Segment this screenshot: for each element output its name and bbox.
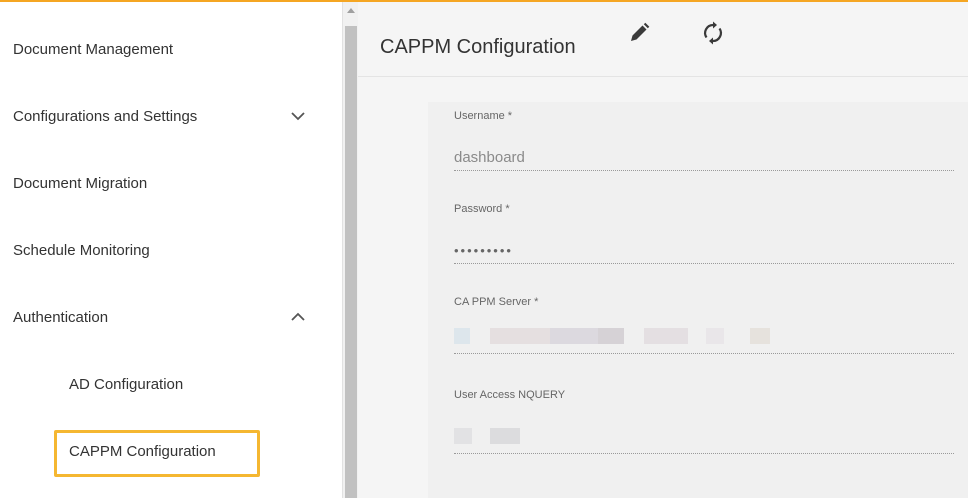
scrollbar-thumb[interactable] (345, 26, 357, 498)
user-access-nquery-field[interactable] (454, 420, 954, 454)
sidebar-item-document-migration[interactable]: Document Migration (0, 163, 342, 203)
redacted-block (550, 328, 598, 344)
redacted-block (644, 328, 688, 344)
ca-ppm-server-label: CA PPM Server * (454, 296, 539, 308)
page-title: CAPPM Configuration (380, 36, 576, 58)
sidebar-item-label: AD Configuration (69, 375, 184, 393)
sidebar: Document Management Configurations and S… (0, 2, 342, 498)
sidebar-item-ad-configuration[interactable]: AD Configuration (0, 364, 342, 404)
main-panel: CAPPM Configuration Username * dashboard… (358, 2, 968, 498)
sidebar-item-configurations-and-settings[interactable]: Configurations and Settings (0, 96, 342, 136)
sidebar-item-label: Authentication (13, 308, 109, 326)
page-header: CAPPM Configuration (358, 2, 968, 77)
sidebar-item-label: Document Migration (13, 174, 148, 192)
sidebar-item-label: Document Management (13, 40, 174, 58)
user-access-nquery-label: User Access NQUERY (454, 389, 566, 401)
ca-ppm-server-field[interactable] (454, 320, 954, 354)
redacted-block (706, 328, 724, 344)
username-field[interactable]: dashboard (454, 145, 954, 171)
sync-icon[interactable] (700, 20, 726, 46)
redacted-block (490, 328, 550, 344)
sidebar-item-label: Schedule Monitoring (13, 241, 150, 259)
password-field[interactable]: ••••••••• (454, 238, 954, 264)
sidebar-item-label: Configurations and Settings (13, 107, 198, 125)
username-value: dashboard (454, 149, 525, 166)
username-label: Username * (454, 110, 513, 122)
redacted-block (454, 428, 472, 444)
selected-item-highlight (54, 430, 260, 477)
redacted-block (490, 428, 520, 444)
redacted-block (598, 328, 624, 344)
password-label: Password * (454, 203, 510, 215)
password-value: ••••••••• (454, 243, 513, 258)
sidebar-scrollbar[interactable] (342, 2, 358, 498)
sidebar-item-authentication[interactable]: Authentication (0, 297, 342, 337)
chevron-down-icon[interactable] (288, 108, 308, 124)
redacted-block (750, 328, 770, 344)
sidebar-item-document-management[interactable]: Document Management (0, 29, 342, 69)
pencil-icon[interactable] (626, 20, 652, 46)
redacted-block (454, 328, 470, 344)
configuration-form: Username * dashboard Password * ••••••••… (428, 102, 968, 498)
sidebar-item-schedule-monitoring[interactable]: Schedule Monitoring (0, 230, 342, 270)
chevron-up-icon[interactable] (288, 309, 308, 325)
scroll-up-arrow-icon[interactable] (346, 6, 356, 16)
